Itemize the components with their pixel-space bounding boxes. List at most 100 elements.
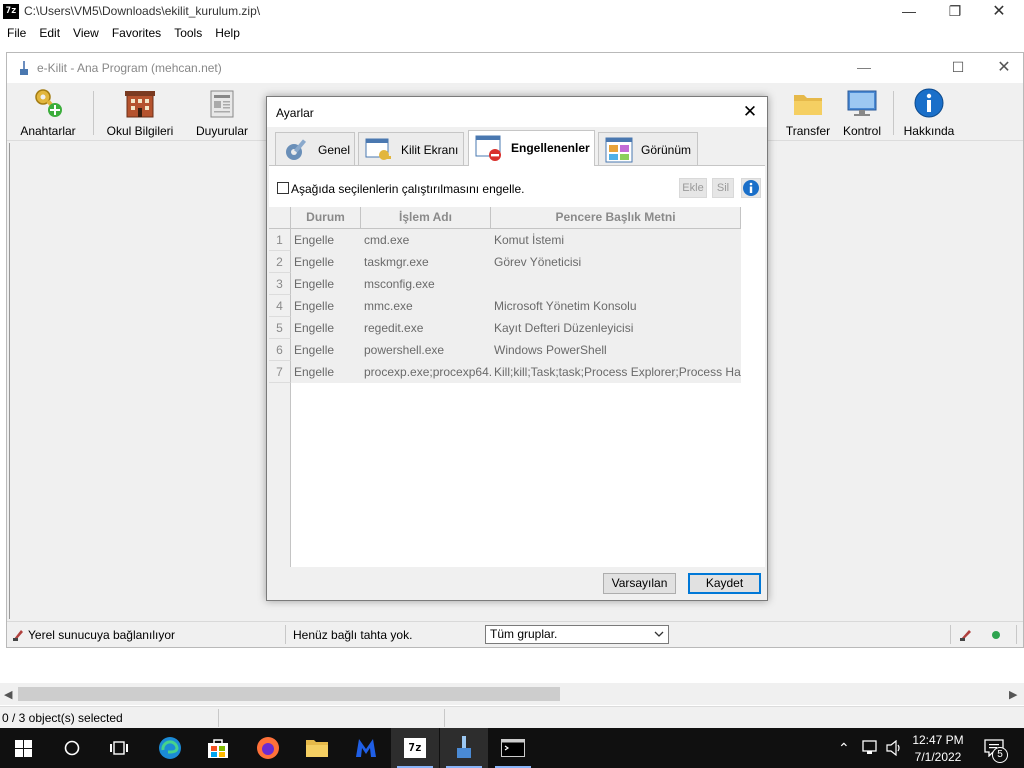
toolbar-separator [893, 91, 894, 135]
row-window-cell[interactable] [491, 273, 741, 295]
7zip-app-icon: 7z [404, 738, 426, 758]
row-status-cell[interactable]: Engelle [291, 295, 361, 317]
dialog-close-icon[interactable]: ✕ [737, 100, 763, 124]
menu-help[interactable]: Help [208, 23, 246, 40]
taskbar-firefox[interactable] [244, 728, 292, 768]
ekilit-minimize-button[interactable]: — [841, 56, 887, 79]
horizontal-scrollbar[interactable]: ◀ ▶ [0, 683, 1024, 705]
row-status-cell[interactable]: Engelle [291, 361, 361, 383]
column-header-pencere-basligi[interactable]: Pencere Başlık Metni [491, 207, 741, 229]
lock-screen-icon [365, 138, 391, 160]
row-status-cell[interactable]: Engelle [291, 251, 361, 273]
column-header-durum[interactable]: Durum [291, 207, 361, 229]
dialog-title-bar: Ayarlar ✕ [267, 97, 767, 127]
group-select[interactable]: Tüm gruplar. [485, 625, 669, 644]
row-number: 4 [269, 295, 291, 317]
anahtarlar-button[interactable]: Anahtarlar [15, 87, 81, 139]
toolbar-label: Transfer [785, 124, 831, 138]
row-window-cell[interactable]: Kayıt Defteri Düzenleyicisi [491, 317, 741, 339]
tab-genel[interactable]: Genel [275, 132, 355, 165]
clock-date[interactable]: 7/1/2022 [910, 750, 966, 764]
close-button[interactable]: ✕ [976, 0, 1022, 23]
grid-row-header-column [269, 383, 291, 598]
taskbar-terminal[interactable] [489, 728, 537, 768]
tab-gorunum[interactable]: Görünüm [598, 132, 698, 165]
tab-engellenenler[interactable]: Engellenenler [468, 130, 595, 166]
info-icon[interactable] [741, 178, 761, 198]
search-button[interactable] [48, 728, 96, 768]
chevron-down-icon [654, 631, 664, 637]
start-button[interactable] [0, 728, 48, 768]
scroll-left-icon[interactable]: ◀ [4, 688, 12, 701]
row-window-cell[interactable]: Microsoft Yönetim Konsolu [491, 295, 741, 317]
volume-icon[interactable] [886, 740, 904, 756]
gear-wrench-icon [286, 139, 307, 160]
ekilit-close-button[interactable]: ✕ [981, 56, 1024, 79]
store-bag-icon [208, 739, 228, 758]
row-status-cell[interactable]: Engelle [291, 339, 361, 361]
menu-view[interactable]: View [66, 23, 105, 40]
save-button[interactable]: Kaydet [688, 573, 761, 594]
tray-chevron-up-icon[interactable]: ⌃ [838, 740, 850, 757]
add-button[interactable]: Ekle [679, 178, 707, 198]
row-status-cell[interactable]: Engelle [291, 317, 361, 339]
block-checkbox[interactable] [277, 182, 289, 194]
taskbar-7zip[interactable]: 7z [391, 728, 439, 768]
duyurular-button[interactable]: Duyurular [189, 87, 255, 139]
toolbar-label: Duyurular [195, 124, 249, 138]
malwarebytes-icon [356, 739, 376, 757]
row-status-cell[interactable]: Engelle [291, 229, 361, 251]
restore-button[interactable]: ❐ [932, 0, 978, 23]
toolbar-label: Okul Bilgileri [106, 124, 174, 138]
taskbar-edge[interactable] [146, 728, 194, 768]
toolbar-separator [93, 91, 94, 135]
defaults-button[interactable]: Varsayılan [603, 573, 676, 594]
taskbar-file-explorer[interactable] [293, 728, 341, 768]
row-window-cell[interactable]: Görev Yöneticisi [491, 251, 741, 273]
row-process-cell[interactable]: procexp.exe;procexp64. [361, 361, 491, 383]
row-process-cell[interactable]: taskmgr.exe [361, 251, 491, 273]
dialog-footer: Varsayılan Kaydet [267, 567, 767, 600]
menu-file[interactable]: File [0, 23, 32, 40]
toolbar-label: Hakkında [903, 124, 955, 138]
delete-button[interactable]: Sil [712, 178, 734, 198]
okul-bilgileri-button[interactable]: Okul Bilgileri [103, 87, 177, 139]
scrollbar-thumb[interactable] [18, 687, 560, 701]
minimize-button[interactable]: — [886, 0, 932, 23]
tab-label: Engellenenler [511, 141, 590, 155]
network-icon[interactable] [862, 740, 880, 756]
scroll-right-icon[interactable]: ▶ [1009, 688, 1017, 701]
menu-favorites[interactable]: Favorites [105, 23, 167, 40]
row-window-cell[interactable]: Kill;kill;Task;task;Process Explorer;Pro… [491, 361, 741, 383]
tab-label: Kilit Ekranı [401, 143, 459, 157]
row-process-cell[interactable]: regedit.exe [361, 317, 491, 339]
row-process-cell[interactable]: msconfig.exe [361, 273, 491, 295]
taskbar-store[interactable] [195, 728, 243, 768]
row-window-cell[interactable]: Windows PowerShell [491, 339, 741, 361]
taskbar-malwarebytes[interactable] [342, 728, 390, 768]
terminal-icon [501, 739, 525, 757]
column-header-islem-adi[interactable]: İşlem Adı [361, 207, 491, 229]
search-circle-icon [64, 740, 80, 756]
notification-center-button[interactable]: 5 [978, 728, 1024, 768]
tab-kilit-ekrani[interactable]: Kilit Ekranı [358, 132, 464, 165]
kontrol-button[interactable]: Kontrol [837, 87, 887, 139]
transfer-button[interactable]: Transfer [781, 87, 835, 139]
key-add-icon [35, 89, 62, 117]
broom-tool-icon[interactable] [959, 628, 973, 642]
row-window-cell[interactable]: Komut İstemi [491, 229, 741, 251]
taskbar: 7z ⌃ 12:47 PM 7/1/2022 5 [0, 728, 1024, 768]
clock-time[interactable]: 12:47 PM [910, 733, 966, 747]
task-view-button[interactable] [96, 728, 144, 768]
status-divider [444, 709, 445, 727]
row-process-cell[interactable]: powershell.exe [361, 339, 491, 361]
row-process-cell[interactable]: mmc.exe [361, 295, 491, 317]
taskbar-ekilit[interactable] [440, 728, 488, 768]
ekilit-maximize-button[interactable]: ☐ [935, 56, 981, 79]
menu-tools[interactable]: Tools [167, 23, 208, 40]
hakkinda-button[interactable]: Hakkında [901, 87, 957, 139]
row-status-cell[interactable]: Engelle [291, 273, 361, 295]
menu-edit[interactable]: Edit [32, 23, 66, 40]
row-process-cell[interactable]: cmd.exe [361, 229, 491, 251]
status-dot-icon [992, 631, 1000, 639]
